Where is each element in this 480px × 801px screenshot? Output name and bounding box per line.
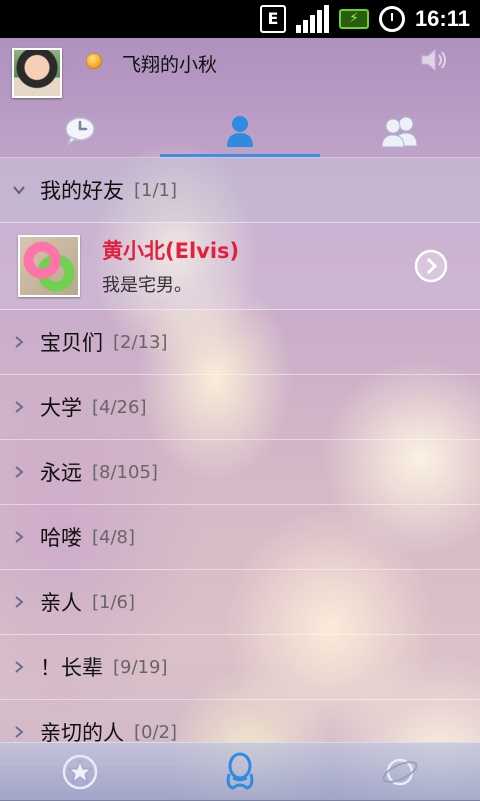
- chevron-right-icon: [4, 401, 34, 413]
- main-tabs: [0, 105, 480, 157]
- alarm-icon: [378, 6, 405, 32]
- group-name: 我的好友: [40, 179, 124, 203]
- chevron-right-icon: [4, 661, 34, 673]
- group-count: [9/19]: [113, 656, 168, 678]
- group-count: [1/1]: [134, 179, 178, 201]
- battery-icon: ⚡: [338, 9, 369, 29]
- star-icon: [62, 754, 98, 790]
- chevron-right-icon: [4, 596, 34, 608]
- chevron-right-circle-icon[interactable]: [414, 249, 448, 283]
- group-item[interactable]: 亲人 [1/6]: [0, 570, 480, 635]
- friend-list: 我的好友 [1/1] 黄小北(Elvis) 我是宅男。 宝贝们 [2/13] 大…: [0, 158, 480, 765]
- group-item[interactable]: 宝贝们 [2/13]: [0, 310, 480, 375]
- group-count: [4/26]: [92, 396, 147, 418]
- qq-penguin-icon: [226, 752, 254, 790]
- group-count: [1/6]: [92, 591, 136, 613]
- planet-icon: [382, 758, 418, 786]
- user-avatar[interactable]: [12, 48, 62, 98]
- group-item[interactable]: 哈喽 [4/8]: [0, 505, 480, 570]
- group-item[interactable]: 永远 [8/105]: [0, 440, 480, 505]
- group-name: 亲人: [40, 591, 82, 615]
- nav-favorites-button[interactable]: [0, 743, 160, 801]
- online-status-icon[interactable]: [86, 53, 102, 69]
- status-bar: E ⚡ 16:11: [0, 0, 480, 38]
- group-name: 哈喽: [40, 526, 82, 550]
- group-name: ！长辈: [40, 656, 103, 680]
- signal-strength-icon: [295, 5, 329, 33]
- group-count: [0/2]: [134, 721, 178, 743]
- group-header-my-friends[interactable]: 我的好友 [1/1]: [0, 158, 480, 223]
- network-type-icon: E: [259, 5, 286, 33]
- tab-friends[interactable]: [160, 105, 320, 157]
- chevron-right-icon: [4, 336, 34, 348]
- speaker-icon[interactable]: [420, 48, 448, 72]
- chevron-right-icon: [4, 726, 34, 738]
- nav-discover-button[interactable]: [320, 743, 480, 801]
- group-name: 大学: [40, 396, 82, 420]
- bottom-navigation: [0, 742, 480, 801]
- clock-time: 16:11: [414, 6, 470, 31]
- friend-signature: 我是宅男。: [102, 275, 192, 296]
- friend-avatar: [18, 235, 80, 297]
- group-item[interactable]: ！长辈 [9/19]: [0, 635, 480, 700]
- user-nickname[interactable]: 飞翔的小秋: [122, 50, 217, 77]
- person-icon: [227, 116, 253, 147]
- people-icon: [381, 116, 418, 148]
- friend-item[interactable]: 黄小北(Elvis) 我是宅男。: [0, 223, 480, 310]
- nav-contacts-button[interactable]: [160, 743, 320, 801]
- tab-groups[interactable]: [320, 105, 480, 157]
- friend-name: 黄小北(Elvis): [102, 239, 240, 263]
- group-name: 永远: [40, 461, 82, 485]
- group-count: [8/105]: [92, 461, 158, 483]
- group-count: [2/13]: [113, 331, 168, 353]
- group-item[interactable]: 大学 [4/26]: [0, 375, 480, 440]
- chevron-down-icon: [4, 184, 34, 196]
- group-count: [4/8]: [92, 526, 136, 548]
- profile-header: [0, 38, 480, 110]
- clock-icon: [65, 117, 95, 146]
- chevron-right-icon: [4, 531, 34, 543]
- chevron-right-icon: [4, 466, 34, 478]
- tab-recent-chats[interactable]: [0, 105, 160, 157]
- group-name: 宝贝们: [40, 331, 103, 355]
